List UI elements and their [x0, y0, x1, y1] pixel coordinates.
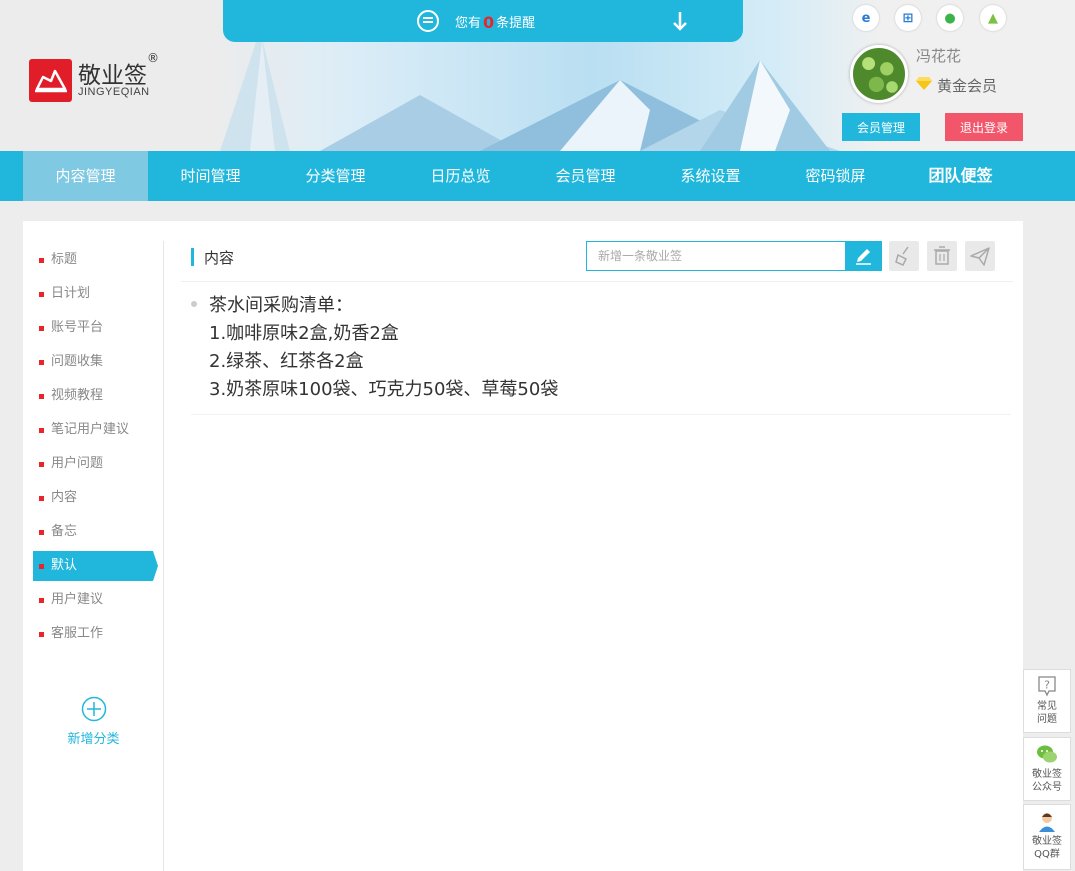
logo-registered: ® — [147, 51, 159, 65]
nav-team-notes[interactable]: 团队便签 — [898, 151, 1023, 201]
diamond-icon — [916, 77, 932, 90]
nav-category-manage[interactable]: 分类管理 — [273, 151, 398, 201]
note-item[interactable]: 茶水间采购清单： 1.咖啡原味2盒,奶香2盒 2.绿茶、红茶各2盒 3.奶茶原味… — [191, 293, 1011, 415]
delete-button[interactable] — [927, 241, 957, 271]
note-line: 3.奶茶原味100袋、巧克力50袋、草莓50袋 — [209, 379, 559, 400]
notice-count: 0 — [483, 13, 495, 32]
title-accent-bar — [191, 248, 194, 266]
category-item[interactable]: 内容 — [33, 483, 153, 513]
category-item[interactable]: 用户问题 — [33, 449, 153, 479]
category-item[interactable]: 标题 — [33, 245, 153, 275]
qq-label-2: QQ群 — [1034, 849, 1060, 860]
nav-system-settings[interactable]: 系统设置 — [648, 151, 773, 201]
clean-button[interactable] — [889, 241, 919, 271]
faq-label-1: 常见 — [1037, 701, 1057, 712]
add-category-button[interactable]: 新增分类 — [23, 696, 164, 747]
logo-mark — [29, 59, 72, 102]
main-nav: 内容管理 时间管理 分类管理 日历总览 会员管理 系统设置 密码锁屏 团队便签 — [0, 151, 1075, 201]
logout-button[interactable]: 退出登录 — [945, 113, 1023, 141]
send-button[interactable] — [965, 241, 995, 271]
pencil-icon — [856, 249, 871, 265]
avatar[interactable] — [850, 45, 908, 103]
nav-password-lock[interactable]: 密码锁屏 — [773, 151, 898, 201]
wechat-float-button[interactable]: 敬业签 公众号 — [1023, 737, 1071, 801]
qq-float-button[interactable]: 敬业签 QQ群 — [1023, 804, 1071, 870]
add-category-label: 新增分类 — [67, 732, 120, 747]
question-icon: ? — [1038, 676, 1056, 697]
arrow-down-icon[interactable] — [672, 10, 688, 32]
category-item[interactable]: 问题收集 — [33, 347, 153, 377]
note-line: 1.咖啡原味2盒,奶香2盒 — [209, 323, 399, 344]
note-bullet — [191, 301, 197, 307]
category-sidebar: 标题 日计划 账号平台 问题收集 视频教程 笔记用户建议 用户问题 内容 备忘 … — [23, 241, 164, 871]
qq-label-1: 敬业签 — [1032, 836, 1062, 847]
wechat-label-2: 公众号 — [1032, 782, 1062, 793]
ie-icon[interactable]: e — [853, 5, 879, 31]
nav-calendar-overview[interactable]: 日历总览 — [398, 151, 523, 201]
service-person-icon — [1039, 813, 1055, 832]
android-icon[interactable]: ▲ — [980, 5, 1006, 31]
plus-circle-icon — [81, 696, 106, 722]
faq-label-2: 问题 — [1037, 714, 1057, 725]
note-line: 茶水间采购清单： — [209, 295, 353, 316]
windows-icon[interactable]: ⊞ — [895, 5, 921, 31]
header: 您有 0 条提醒 敬业签 ® JINGYEQIAN e ⊞ ● ▲ 冯花花 黄金会员… — [0, 0, 1075, 151]
notice-text: 您有 0 条提醒 — [455, 13, 536, 32]
svg-text:?: ? — [1044, 679, 1050, 692]
wechat-icon — [1037, 745, 1057, 763]
category-item[interactable]: 账号平台 — [33, 313, 153, 343]
notice-bar[interactable]: 您有 0 条提醒 — [223, 0, 743, 42]
logo-name: 敬业签 — [78, 63, 147, 89]
apple-icon[interactable]: ● — [937, 5, 963, 31]
category-item[interactable]: 备忘 — [33, 517, 153, 547]
note-line: 2.绿茶、红茶各2盒 — [209, 351, 364, 372]
trash-icon — [934, 246, 950, 265]
nav-time-manage[interactable]: 时间管理 — [148, 151, 273, 201]
user-name: 冯花花 — [916, 47, 962, 65]
new-note-input[interactable] — [587, 242, 846, 270]
category-item[interactable]: 日计划 — [33, 279, 153, 309]
member-manage-button[interactable]: 会员管理 — [842, 113, 920, 141]
new-note-box — [586, 241, 882, 271]
member-level: 黄金会员 — [937, 77, 998, 95]
content-header: 内容 — [181, 241, 1013, 282]
category-item[interactable]: 笔记用户建议 — [33, 415, 153, 445]
wechat-label-1: 敬业签 — [1032, 769, 1062, 780]
broom-icon — [895, 246, 909, 266]
message-icon — [417, 10, 439, 32]
category-item[interactable]: 用户建议 — [33, 585, 153, 615]
content-panel: 标题 日计划 账号平台 问题收集 视频教程 笔记用户建议 用户问题 内容 备忘 … — [23, 221, 1023, 871]
logo-pinyin: JINGYEQIAN — [78, 86, 150, 98]
faq-float-button[interactable]: ? 常见 问题 — [1023, 669, 1071, 733]
nav-member-manage[interactable]: 会员管理 — [523, 151, 648, 201]
category-item[interactable]: 客服工作 — [33, 619, 153, 649]
category-item-active[interactable]: 默认 — [33, 551, 158, 581]
nav-content-manage[interactable]: 内容管理 — [23, 151, 148, 201]
send-icon — [970, 247, 990, 266]
edit-button[interactable] — [845, 242, 881, 270]
category-item[interactable]: 视频教程 — [33, 381, 153, 411]
content-title: 内容 — [204, 249, 235, 267]
